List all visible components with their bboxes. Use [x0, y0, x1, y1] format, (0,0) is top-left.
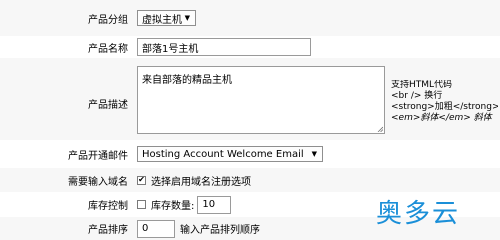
welcome-email-selected-value: Hosting Account Welcome Email: [142, 148, 304, 160]
html-hint-line: <strong>加粗</strong>: [391, 102, 498, 112]
stock-quantity-input[interactable]: 10: [197, 195, 232, 214]
sort-order-value: 0: [142, 223, 149, 234]
product-group-selected-value: 虚拟主机: [142, 14, 182, 26]
require-domain-row: 需要输入域名 ✔ 选择启用域名注册选项: [0, 168, 500, 192]
resize-grip-icon[interactable]: [377, 126, 383, 132]
sort-order-input[interactable]: 0: [137, 219, 175, 238]
product-name-field: 部落1号主机: [137, 38, 500, 56]
product-desc-value: 来自部落的精品主机: [142, 75, 232, 86]
product-name-row: 产品名称 部落1号主机: [0, 36, 500, 58]
chevron-down-icon: ▼: [311, 150, 317, 158]
product-group-row: 产品分组 虚拟主机 ▼: [0, 0, 500, 36]
product-desc-field: 来自部落的精品主机 支持HTML代码 <br /> 换行 <strong>加粗<…: [137, 66, 500, 134]
product-desc-row: 产品描述 来自部落的精品主机 支持HTML代码 <br /> 换行 <stron…: [0, 58, 500, 140]
welcome-email-label: 产品开通邮件: [68, 150, 128, 162]
product-desc-textarea[interactable]: 来自部落的精品主机: [137, 66, 385, 134]
html-hint: 支持HTML代码 <br /> 换行 <strong>加粗</strong> <…: [391, 80, 498, 124]
require-domain-label: 需要输入域名: [68, 176, 128, 188]
chevron-down-icon: ▼: [184, 14, 190, 22]
welcome-email-row: 产品开通邮件 Hosting Account Welcome Email ▼: [0, 140, 500, 168]
stock-quantity-value: 10: [202, 199, 216, 210]
checkmark-icon: ✔: [138, 175, 145, 184]
require-domain-checkbox[interactable]: ✔: [137, 175, 146, 185]
html-hint-line: 支持HTML代码: [391, 80, 453, 90]
stock-control-checkbox[interactable]: [137, 200, 146, 209]
product-desc-label: 产品描述: [88, 100, 128, 111]
watermark-logo: 奥多云: [376, 199, 461, 229]
product-group-select[interactable]: 虚拟主机 ▼: [137, 10, 196, 26]
welcome-email-select[interactable]: Hosting Account Welcome Email ▼: [137, 146, 323, 162]
stock-quantity-label: 库存数量:: [151, 201, 195, 212]
sort-order-hint: 输入产品排列顺序: [180, 225, 260, 236]
product-group-field: 虚拟主机 ▼: [137, 10, 500, 26]
product-group-label: 产品分组: [88, 14, 128, 26]
product-name-input[interactable]: 部落1号主机: [137, 38, 311, 56]
sort-order-label: 产品排序: [88, 225, 128, 236]
product-name-label: 产品名称: [88, 43, 128, 55]
product-name-value: 部落1号主机: [142, 43, 199, 55]
html-hint-line: <br /> 换行: [391, 91, 443, 101]
require-domain-checkbox-label: 选择启用域名注册选项: [151, 176, 251, 188]
welcome-email-field: Hosting Account Welcome Email ▼: [137, 146, 500, 162]
require-domain-field: ✔ 选择启用域名注册选项: [137, 173, 500, 188]
stock-control-label: 库存控制: [88, 201, 128, 212]
html-hint-line: <em>斜体</em> 斜体: [391, 113, 492, 123]
